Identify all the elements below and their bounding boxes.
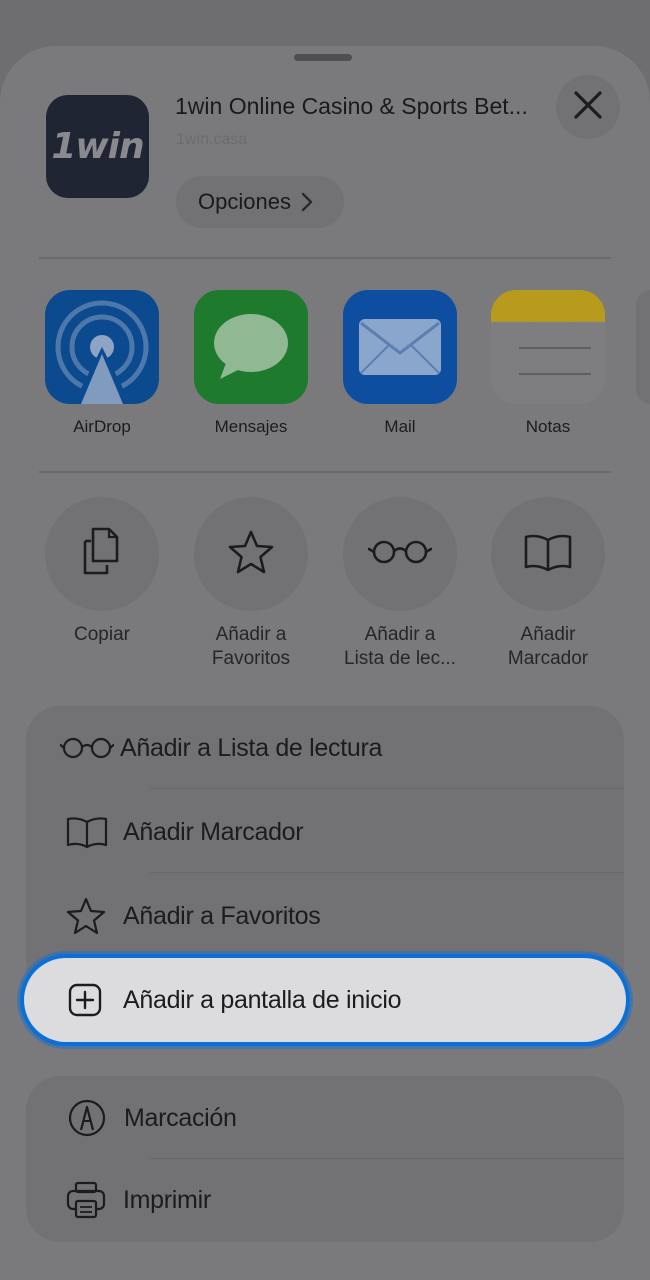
menu-item-print[interactable]: Imprimir [26,1158,624,1242]
share-app-label: Mensajes [214,417,288,436]
menu-item-label: Añadir a Favoritos [123,901,321,930]
share-app-mail[interactable]: Mail [343,290,457,437]
menu-item-add-reading-list[interactable]: Añadir a Lista de lectura [26,706,624,790]
menu-item-add-to-home-screen[interactable]: Añadir a pantalla de inicio [24,958,626,1042]
share-app-more-partial[interactable] [636,290,650,404]
menu-item-label: Añadir Marcador [123,817,304,846]
menu-item-label: Marcación [124,1103,237,1132]
menu-item-label: Añadir a pantalla de inicio [123,985,402,1014]
share-app-label: Mail [384,417,416,436]
page-url: 1win.casa [176,131,248,148]
chevron-right-icon [301,192,313,212]
action-label: Añadir a Favoritos [211,624,291,669]
action-copy[interactable]: Copiar [45,497,159,647]
options-button[interactable]: Opciones [176,176,344,228]
action-add-reading-list[interactable]: Añadir a Lista de lec... [343,497,457,671]
menu-item-add-favorites[interactable]: Añadir a Favoritos [26,874,624,958]
glasses-icon [367,539,433,570]
action-label: Copiar [74,624,130,645]
share-app-label: AirDrop [73,417,131,436]
close-button[interactable] [556,75,620,139]
apps-divider [39,471,611,473]
menu-item-label: Imprimir [123,1185,211,1214]
share-app-notes[interactable]: Notas [491,290,605,437]
airdrop-icon [45,290,159,404]
action-add-bookmark[interactable]: Añadir Marcador [491,497,605,671]
menu-group-2: Marcación Imprimir [26,1076,624,1242]
menu-item-markup[interactable]: Marcación [26,1076,624,1160]
notes-icon [491,290,605,404]
menu-item-add-bookmark[interactable]: Añadir Marcador [26,790,624,874]
site-app-icon: 1win [46,95,149,198]
share-app-label: Notas [525,417,571,436]
header-divider [39,257,611,259]
star-icon [227,529,275,580]
sheet-grabber[interactable] [294,54,352,61]
share-app-airdrop[interactable]: AirDrop [45,290,159,437]
book-icon [523,532,573,577]
action-label: Añadir a Lista de lec... [344,624,456,669]
action-add-favorites[interactable]: Añadir a Favoritos [194,497,308,671]
copy-icon [79,527,125,582]
menu-item-label: Añadir a Lista de lectura [120,733,383,762]
mail-icon [343,290,457,404]
options-label: Opciones [198,189,291,214]
share-app-messages[interactable]: Mensajes [194,290,308,437]
messages-icon [194,290,308,404]
page-title: 1win Online Casino & Sports Bet... [175,93,528,119]
site-logo-text: 1win [51,126,144,167]
action-label: Añadir Marcador [507,624,589,669]
close-icon [573,90,603,125]
